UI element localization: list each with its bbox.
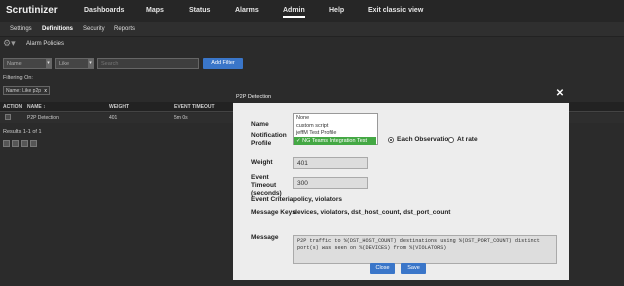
search-input[interactable]: [97, 58, 199, 69]
subnav-security[interactable]: Security: [83, 26, 105, 32]
gear-icon[interactable]: ⚙▾: [3, 39, 19, 48]
close-button[interactable]: Close: [370, 263, 395, 274]
page-title: Alarm Policies: [26, 41, 65, 47]
event-criteria-value: policy, violators: [293, 196, 343, 203]
profile-option-selected[interactable]: ✓ NG Teams Integration Test: [294, 137, 376, 145]
brand-logo[interactable]: Scrutinizer: [6, 5, 58, 16]
policy-edit-modal: P2P Detection Name None custom script je…: [233, 90, 569, 280]
close-icon[interactable]: x: [44, 88, 47, 94]
event-criteria-label: Event Criteria: [251, 196, 294, 203]
event-timeout-field[interactable]: 300: [293, 177, 368, 189]
row-timeout: 5m 0s: [174, 115, 188, 121]
name-label: Name: [251, 121, 269, 128]
nav-status[interactable]: Status: [189, 7, 210, 14]
message-keys-value: devices, violators, dst_host_count, dst_…: [293, 209, 451, 216]
nav-alarms[interactable]: Alarms: [235, 7, 259, 14]
each-observation-label: Each Observation: [397, 136, 453, 143]
filter-operator-select[interactable]: Like ▾: [55, 58, 94, 69]
next-page-button[interactable]: [21, 140, 28, 147]
notification-profile-label: Notification Profile: [251, 132, 287, 147]
row-name[interactable]: P2P Detection: [27, 115, 59, 121]
prev-page-button[interactable]: [12, 140, 19, 147]
chevron-down-icon: ▾: [88, 59, 93, 68]
sub-navigation: Settings Definitions Security Reports: [0, 22, 624, 37]
nav-admin[interactable]: Admin: [283, 7, 305, 18]
top-navigation: Scrutinizer Dashboards Maps Status Alarm…: [0, 0, 624, 22]
last-page-button[interactable]: [30, 140, 37, 147]
weight-label: Weight: [251, 159, 273, 166]
filter-chip-label: Name: Like p2p: [6, 88, 42, 94]
weight-field[interactable]: 401: [293, 157, 368, 169]
subnav-definitions[interactable]: Definitions: [42, 26, 73, 32]
filter-field-value: Name: [7, 61, 22, 67]
subnav-settings[interactable]: Settings: [10, 26, 32, 32]
profile-option[interactable]: None: [294, 114, 376, 122]
notification-profile-list[interactable]: None custom script jeffM Test Profile ✓ …: [293, 113, 378, 145]
close-icon[interactable]: ✕: [555, 89, 565, 99]
filtering-on-label: Filtering On:: [3, 75, 33, 81]
add-filter-button[interactable]: Add Filter: [203, 58, 243, 69]
filter-operator-value: Like: [59, 61, 70, 67]
nav-help[interactable]: Help: [329, 7, 344, 14]
each-observation-radio[interactable]: [388, 137, 394, 143]
first-page-button[interactable]: [3, 140, 10, 147]
message-textarea[interactable]: P2P traffic to %(DST_HOST_COUNT) destina…: [293, 235, 557, 264]
row-action-dropdown[interactable]: [5, 114, 11, 120]
at-rate-radio[interactable]: [448, 137, 454, 143]
row-weight: 401: [109, 115, 118, 121]
results-count: Results 1-1 of 1: [3, 129, 42, 135]
nav-exit-classic-view[interactable]: Exit classic view: [368, 7, 423, 14]
chevron-down-icon: ▾: [46, 59, 51, 68]
column-header-weight[interactable]: WEIGHT: [109, 104, 129, 110]
column-header-event-timeout[interactable]: EVENT TIMEOUT: [174, 104, 215, 110]
filter-field-select[interactable]: Name ▾: [3, 58, 52, 69]
modal-title: P2P Detection: [233, 90, 569, 103]
column-header-action[interactable]: ACTION: [3, 104, 22, 110]
at-rate-label: At rate: [457, 136, 478, 143]
event-timeout-label: Event Timeout (seconds): [251, 174, 282, 197]
save-button[interactable]: Save: [401, 263, 426, 274]
sort-icon: ↕: [43, 104, 46, 110]
column-header-name[interactable]: NAME ↕: [27, 104, 46, 110]
column-header-name-label: NAME: [27, 104, 42, 110]
nav-maps[interactable]: Maps: [146, 7, 164, 14]
profile-option[interactable]: jeffM Test Profile: [294, 129, 376, 137]
message-label: Message: [251, 234, 279, 241]
subnav-reports[interactable]: Reports: [114, 26, 135, 32]
message-keys-label: Message Keys: [251, 209, 296, 216]
nav-dashboards[interactable]: Dashboards: [84, 7, 124, 14]
filter-chip[interactable]: Name: Like p2p x: [3, 86, 50, 95]
